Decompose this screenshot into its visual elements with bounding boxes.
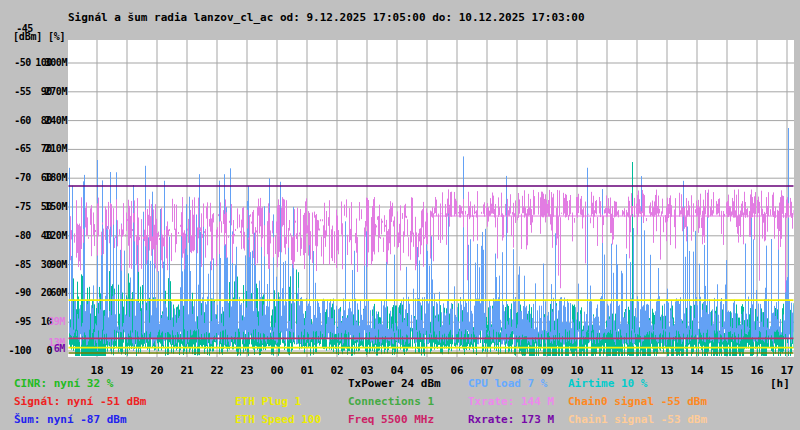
y-tick-mbit: 60M (50, 287, 67, 298)
y-tick-dbm: -100 (9, 345, 31, 356)
x-tick-18: 18 (87, 364, 107, 377)
legend-item-txpower: TxPower 24 dBm (348, 377, 441, 390)
y-marker-6M: 6M (54, 343, 65, 354)
legend-item-airtime: Airtime 10 % (568, 377, 647, 390)
legend-item-chain0: Chain0 signal -55 dBm (568, 395, 707, 408)
x-tick-03: 03 (357, 364, 377, 377)
y-tick-dbm: -65 (14, 143, 31, 154)
y-tick-dbm: -75 (14, 201, 31, 212)
y-tick-dbm: -85 (14, 259, 31, 270)
y-marker-39M: 39M (48, 316, 65, 327)
legend-item-freq: Freq 5500 MHz (348, 413, 434, 426)
y-tick-mbit: 150M (45, 201, 67, 212)
y-tick-dbm: -55 (14, 86, 31, 97)
y-axis-units-header: [dBm] [%] (13, 31, 65, 42)
legend-item-eth-plug: ETH Plug 1 (235, 395, 301, 408)
y-tick-mbit: 120M (45, 230, 67, 241)
x-tick-08: 08 (507, 364, 527, 377)
x-axis-unit-label: [h] (770, 377, 790, 390)
x-tick-01: 01 (297, 364, 317, 377)
legend-item-cpu-load: CPU load 7 % (468, 377, 547, 390)
x-tick-11: 11 (597, 364, 617, 377)
y-tick-dbm: -90 (14, 287, 31, 298)
y-tick-dbm: -50 (14, 57, 31, 68)
x-tick-02: 02 (327, 364, 347, 377)
y-tick-mbit: 270M (45, 86, 67, 97)
y-tick-dbm: -70 (14, 172, 31, 183)
legend-item-rxrate: Rxrate: 173 M (468, 413, 554, 426)
y-tick-mbit: 90M (50, 259, 67, 270)
x-tick-20: 20 (147, 364, 167, 377)
x-tick-16: 16 (747, 364, 767, 377)
y-tick-mbit: 240M (45, 115, 67, 126)
x-tick-22: 22 (207, 364, 227, 377)
y-tick-mbit: 300M (45, 57, 67, 68)
y-tick-dbm: -95 (14, 316, 31, 327)
legend-item-connections: Connections 1 (348, 395, 434, 408)
x-tick-05: 05 (417, 364, 437, 377)
legend-item-eth-speed: ETH Speed 100 (235, 413, 321, 426)
y-tick-mbit: 180M (45, 172, 67, 183)
legend-item-cinr: CINR: nyní 32 % (14, 377, 113, 390)
x-tick-21: 21 (177, 364, 197, 377)
x-tick-10: 10 (567, 364, 587, 377)
x-tick-12: 12 (627, 364, 647, 377)
y-tick-dbm: -60 (14, 115, 31, 126)
x-tick-00: 00 (267, 364, 287, 377)
y-tick-mbit: 210M (45, 143, 67, 154)
x-tick-04: 04 (387, 364, 407, 377)
x-tick-19: 19 (117, 364, 137, 377)
x-tick-14: 14 (687, 364, 707, 377)
y-tick-dbm: -80 (14, 230, 31, 241)
x-tick-15: 15 (717, 364, 737, 377)
x-tick-06: 06 (447, 364, 467, 377)
legend-item-sum-noise: Šum: nyní -87 dBm (14, 413, 127, 426)
legend-item-chain1: Chain1 signal -53 dBm (568, 413, 707, 426)
x-tick-07: 07 (477, 364, 497, 377)
x-tick-17: 17 (777, 364, 797, 377)
x-tick-09: 09 (537, 364, 557, 377)
mrtg-signal-chart-page: Signál a šum radia lanzov_cl_ac od: 9.12… (0, 0, 800, 430)
legend-item-signal: Signál: nyní -51 dBm (14, 395, 146, 408)
legend-item-txrate: Txrate: 144 M (468, 395, 554, 408)
x-tick-13: 13 (657, 364, 677, 377)
x-tick-23: 23 (237, 364, 257, 377)
